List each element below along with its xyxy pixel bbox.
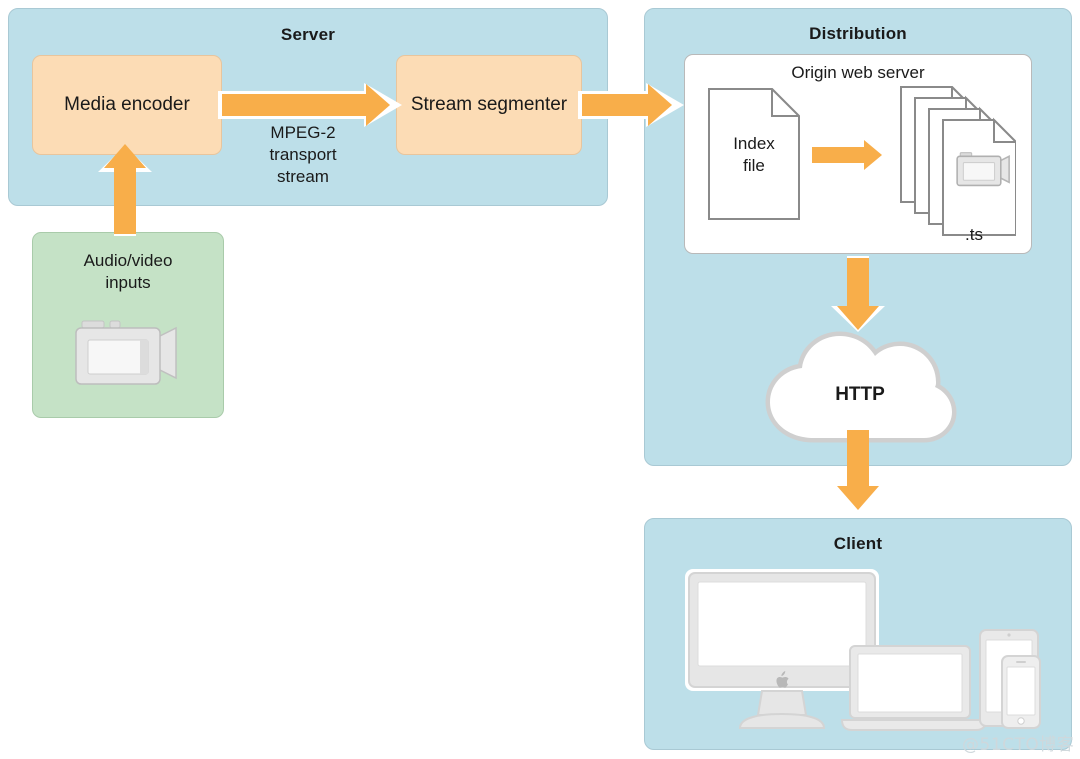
stream-segmenter-label: Stream segmenter (410, 94, 568, 115)
encoder-to-segmenter-arrow-shaft (222, 94, 368, 116)
diagram-canvas: Server Media encoder Stream segmenter MP… (0, 0, 1080, 759)
http-cloud: HTTP (762, 322, 958, 446)
origin-web-server-label: Origin web server (791, 63, 925, 82)
inputs-to-encoder-arrow-shaft (114, 160, 136, 234)
http-cloud-label: HTTP (835, 384, 885, 405)
index-file-line-2: file (743, 155, 765, 175)
mpeg2-line-3: stream (277, 166, 329, 186)
index-file-line-1: Index (733, 134, 775, 153)
client-panel-title: Client (833, 534, 883, 553)
index-file-label: Index file (708, 133, 800, 177)
inputs-line-1: Audio/video (83, 251, 173, 270)
laptop-computer-icon (840, 645, 988, 731)
phone-device-icon (1001, 655, 1041, 729)
media-encoder-box: Media encoder (32, 55, 222, 155)
media-encoder-label: Media encoder (64, 94, 190, 115)
index-to-segments-arrow-head (864, 140, 882, 170)
camcorder-icon (75, 320, 177, 385)
stream-segmenter-box: Stream segmenter (396, 55, 582, 155)
inputs-line-2: inputs (105, 272, 151, 292)
segmenter-to-distribution-arrow-shaft (582, 94, 650, 116)
distribution-panel-title: Distribution (809, 24, 907, 43)
index-to-segments-arrow-shaft (812, 147, 866, 163)
origin-to-cloud-arrow-shaft (847, 258, 869, 308)
audio-video-inputs-label: Audio/video inputs (32, 250, 224, 294)
cloud-to-client-arrow-shaft (847, 430, 869, 488)
mpeg2-line-2: transport (269, 144, 337, 164)
ts-segment-label: .ts (965, 225, 983, 244)
mpeg2-line-1: MPEG-2 (270, 123, 336, 142)
site-watermark: @51CTO博客 (962, 735, 1075, 755)
ts-segment-stack-icon (900, 86, 1016, 236)
cloud-to-client-arrow-head (837, 486, 879, 510)
inputs-to-encoder-arrow-head (104, 144, 146, 168)
encoder-to-segmenter-arrow-head (366, 84, 390, 126)
mpeg2-transport-stream-label: MPEG-2 transport stream (238, 122, 368, 187)
server-panel-title: Server (280, 25, 336, 44)
segmenter-to-distribution-arrow-head (648, 84, 672, 126)
